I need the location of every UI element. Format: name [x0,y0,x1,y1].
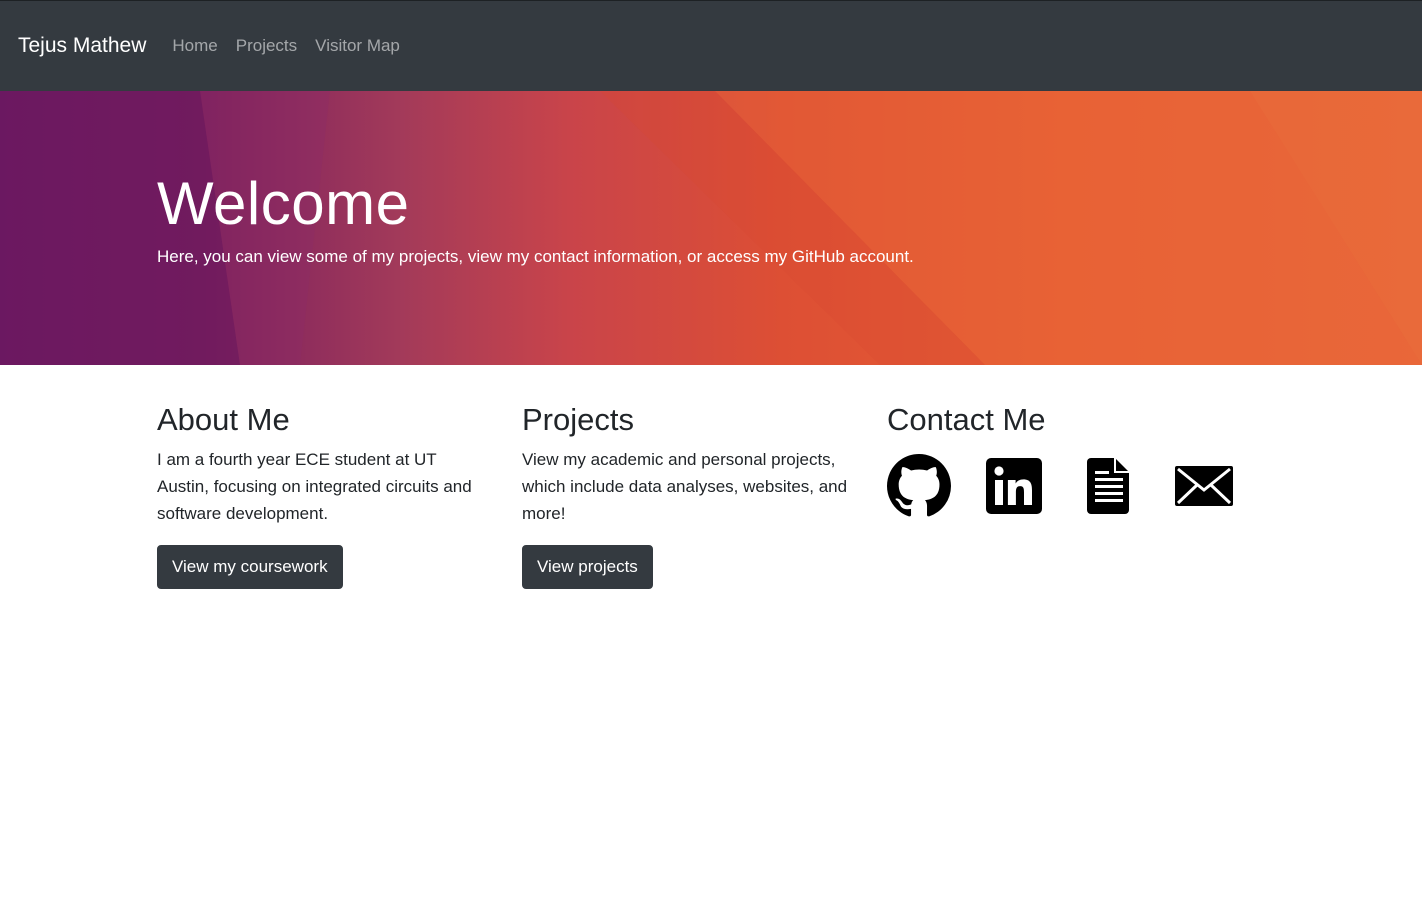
projects-column: Projects View my academic and personal p… [522,400,887,589]
nav-link-visitor-map[interactable]: Visitor Map [315,36,400,56]
hero-title: Welcome [157,170,410,237]
view-projects-button[interactable]: View projects [522,545,653,589]
projects-heading: Projects [522,402,634,437]
resume-document-icon[interactable] [1077,454,1141,518]
about-heading: About Me [157,402,290,437]
contact-heading: Contact Me [887,402,1046,437]
contact-column: Contact Me [887,400,1267,589]
brand-link[interactable]: Tejus Mathew [18,34,146,58]
about-text: I am a fourth year ECE student at UT Aus… [157,450,472,524]
nav-link-projects[interactable]: Projects [236,36,297,56]
resume-document-icon-graphic [1087,458,1129,515]
contact-icons [887,454,1237,518]
view-coursework-button[interactable]: View my coursework [157,545,343,589]
nav-link-home[interactable]: Home [172,36,217,56]
projects-text: View my academic and personal projects, … [522,450,848,524]
hero-content: Welcome Here, you can view some of my pr… [157,169,1257,270]
main-content: About Me I am a fourth year ECE student … [157,400,1267,589]
github-icon[interactable] [887,454,951,518]
hero-lead-text: Here, you can view some of my projects, … [157,247,914,266]
linkedin-icon-graphic [986,458,1042,515]
hero-jumbotron: Welcome Here, you can view some of my pr… [0,91,1422,365]
navbar: Tejus Mathew Home Projects Visitor Map [0,0,1422,91]
nav-links: Home Projects Visitor Map [172,36,418,56]
email-envelope-icon-graphic [1175,466,1233,507]
email-envelope-icon[interactable] [1172,454,1236,518]
about-column: About Me I am a fourth year ECE student … [157,400,522,589]
github-icon-graphic [887,454,951,517]
linkedin-icon[interactable] [982,454,1046,518]
